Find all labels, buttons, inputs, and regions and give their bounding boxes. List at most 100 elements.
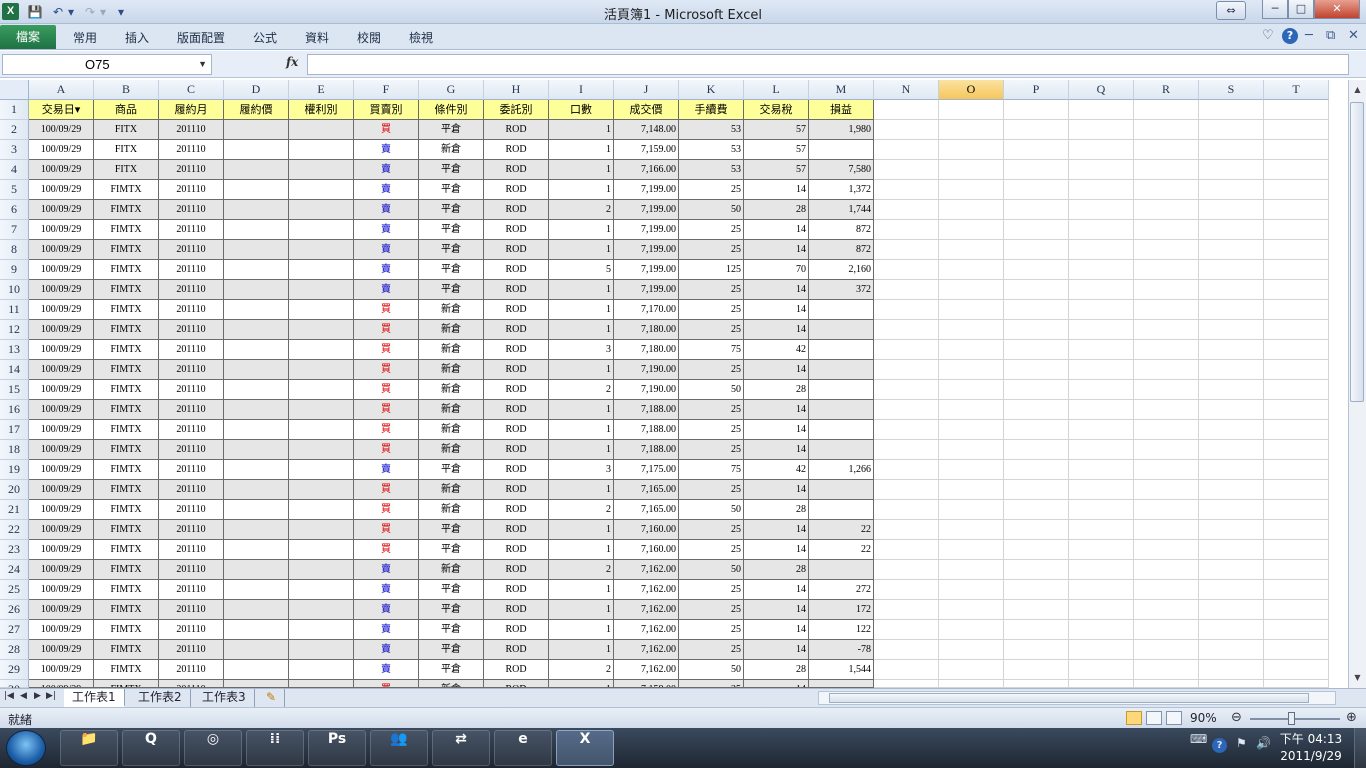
table-cell[interactable]: FIMTX <box>94 480 159 500</box>
table-cell[interactable] <box>809 320 874 340</box>
tab-review[interactable]: 校閱 <box>357 29 381 46</box>
table-cell[interactable]: 新倉 <box>419 400 484 420</box>
table-cell[interactable]: 新倉 <box>419 360 484 380</box>
empty-cell[interactable] <box>874 220 939 240</box>
empty-cell[interactable] <box>874 460 939 480</box>
empty-cell[interactable] <box>939 660 1004 680</box>
prev-sheet-icon[interactable]: ◀ <box>20 691 27 701</box>
table-cell[interactable]: 25 <box>679 280 744 300</box>
table-cell[interactable]: 1 <box>549 320 614 340</box>
empty-cell[interactable] <box>1264 280 1329 300</box>
table-cell[interactable]: 14 <box>744 480 809 500</box>
table-cell[interactable]: 1 <box>549 140 614 160</box>
table-cell[interactable]: 100/09/29 <box>29 260 94 280</box>
empty-cell[interactable] <box>1134 680 1199 688</box>
empty-cell[interactable] <box>1199 460 1264 480</box>
table-cell[interactable] <box>224 360 289 380</box>
table-cell[interactable] <box>809 480 874 500</box>
empty-cell[interactable] <box>1069 440 1134 460</box>
empty-cell[interactable] <box>1134 640 1199 660</box>
empty-cell[interactable] <box>1264 180 1329 200</box>
zoom-level[interactable]: 90% <box>1190 711 1217 725</box>
empty-cell[interactable] <box>939 180 1004 200</box>
restore-window-icon[interactable]: ⇔ <box>1216 1 1246 20</box>
empty-cell[interactable] <box>874 300 939 320</box>
table-cell[interactable]: 25 <box>679 600 744 620</box>
table-cell[interactable]: 25 <box>679 480 744 500</box>
horizontal-scroll-thumb[interactable] <box>829 693 1309 703</box>
empty-cell[interactable] <box>939 620 1004 640</box>
row-header[interactable]: 9 <box>0 260 29 280</box>
vertical-scroll-thumb[interactable] <box>1350 102 1364 402</box>
table-cell[interactable]: FIMTX <box>94 180 159 200</box>
empty-cell[interactable] <box>1264 420 1329 440</box>
table-cell[interactable]: ROD <box>484 640 549 660</box>
table-cell[interactable]: 買 <box>354 440 419 460</box>
empty-cell[interactable] <box>874 320 939 340</box>
table-cell[interactable]: 201110 <box>159 660 224 680</box>
table-cell[interactable]: 7,188.00 <box>614 440 679 460</box>
table-cell[interactable]: FIMTX <box>94 380 159 400</box>
table-cell[interactable]: 7,165.00 <box>614 480 679 500</box>
table-cell[interactable]: 50 <box>679 380 744 400</box>
empty-cell[interactable] <box>939 300 1004 320</box>
empty-cell[interactable] <box>1199 360 1264 380</box>
table-cell[interactable]: 7,175.00 <box>614 460 679 480</box>
table-cell[interactable]: 買 <box>354 680 419 688</box>
table-cell[interactable]: 201110 <box>159 680 224 688</box>
row-header[interactable]: 14 <box>0 360 29 380</box>
table-cell[interactable]: 14 <box>744 640 809 660</box>
empty-cell[interactable] <box>1069 300 1134 320</box>
empty-cell[interactable] <box>1069 200 1134 220</box>
table-cell[interactable]: 14 <box>744 520 809 540</box>
table-cell[interactable]: 新倉 <box>419 140 484 160</box>
row-header[interactable]: 18 <box>0 440 29 460</box>
empty-cell[interactable] <box>939 600 1004 620</box>
table-cell[interactable]: ROD <box>484 340 549 360</box>
empty-cell[interactable] <box>1199 420 1264 440</box>
empty-cell[interactable] <box>1134 540 1199 560</box>
table-cell[interactable]: 100/09/29 <box>29 620 94 640</box>
column-header-c[interactable]: C <box>159 80 224 100</box>
table-header-cell[interactable]: 交易稅 <box>744 100 809 120</box>
empty-cell[interactable] <box>874 160 939 180</box>
empty-cell[interactable] <box>1069 680 1134 688</box>
table-cell[interactable]: 25 <box>679 180 744 200</box>
table-cell[interactable]: 1,744 <box>809 200 874 220</box>
empty-cell[interactable] <box>1004 180 1069 200</box>
table-cell[interactable] <box>289 180 354 200</box>
scroll-down-icon[interactable]: ▼ <box>1350 670 1365 686</box>
table-cell[interactable]: 平倉 <box>419 620 484 640</box>
table-cell[interactable]: 7,166.00 <box>614 160 679 180</box>
sheet-tab-3[interactable]: 工作表3 <box>194 689 255 707</box>
table-cell[interactable]: 872 <box>809 220 874 240</box>
empty-cell[interactable] <box>1004 500 1069 520</box>
table-cell[interactable]: 201110 <box>159 280 224 300</box>
table-cell[interactable]: 7,148.00 <box>614 120 679 140</box>
empty-cell[interactable] <box>1134 460 1199 480</box>
table-cell[interactable]: FIMTX <box>94 320 159 340</box>
table-cell[interactable]: 新倉 <box>419 340 484 360</box>
empty-cell[interactable] <box>939 640 1004 660</box>
empty-cell[interactable] <box>1199 580 1264 600</box>
table-cell[interactable]: 50 <box>679 500 744 520</box>
table-cell[interactable]: ROD <box>484 220 549 240</box>
table-cell[interactable]: ROD <box>484 460 549 480</box>
table-cell[interactable]: 100/09/29 <box>29 160 94 180</box>
empty-cell[interactable] <box>1004 540 1069 560</box>
table-cell[interactable]: ROD <box>484 580 549 600</box>
empty-cell[interactable] <box>1004 460 1069 480</box>
table-cell[interactable]: 買 <box>354 420 419 440</box>
table-cell[interactable] <box>809 560 874 580</box>
table-header-cell[interactable]: 成交價 <box>614 100 679 120</box>
tab-view[interactable]: 檢視 <box>409 29 433 46</box>
table-cell[interactable]: 買 <box>354 540 419 560</box>
empty-cell[interactable] <box>1134 400 1199 420</box>
table-cell[interactable]: 201110 <box>159 200 224 220</box>
empty-cell[interactable] <box>1264 220 1329 240</box>
empty-cell[interactable] <box>939 200 1004 220</box>
empty-cell[interactable] <box>1069 340 1134 360</box>
table-cell[interactable]: 14 <box>744 280 809 300</box>
table-cell[interactable]: 新倉 <box>419 420 484 440</box>
table-cell[interactable]: 57 <box>744 160 809 180</box>
